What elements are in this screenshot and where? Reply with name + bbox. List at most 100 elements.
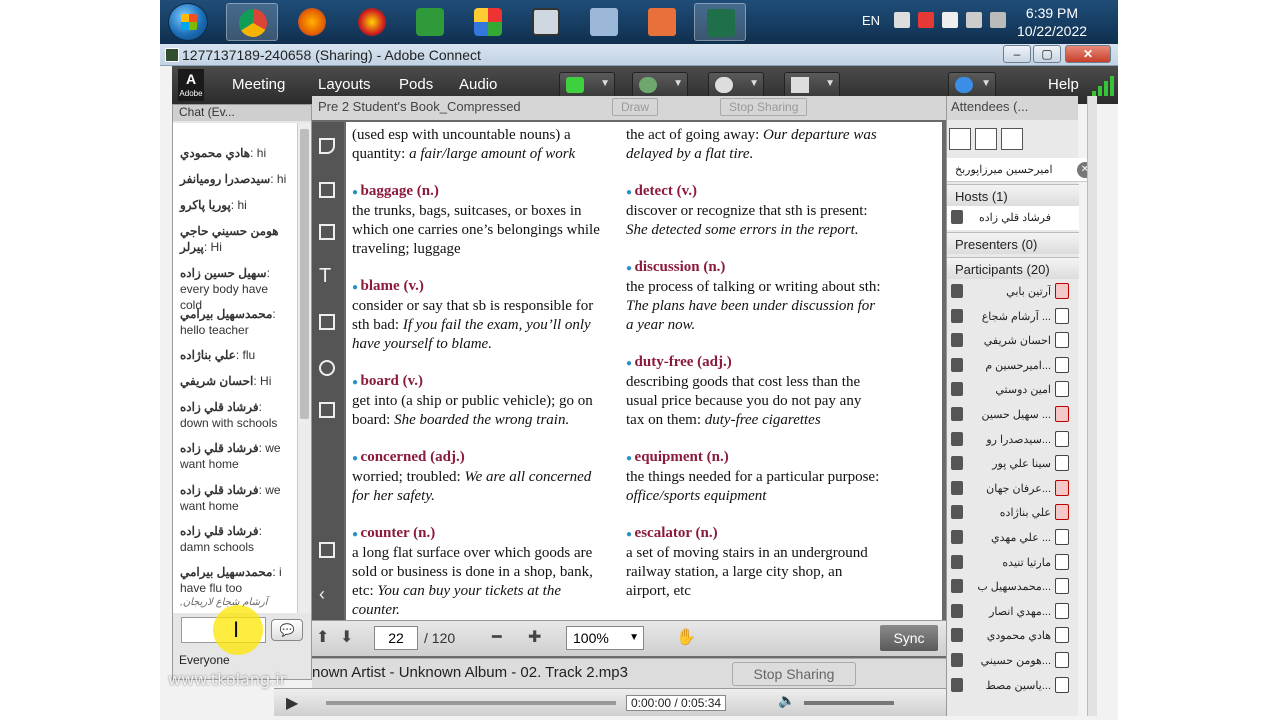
action-center-icon[interactable]: [990, 12, 1006, 28]
zoom-in-icon[interactable]: ✚: [528, 627, 541, 647]
play-icon[interactable]: ▶: [286, 693, 298, 713]
chat-scrollbar[interactable]: [297, 123, 311, 613]
microphone-muted-icon[interactable]: [1055, 479, 1069, 496]
menu-meeting[interactable]: Meeting: [232, 76, 285, 93]
attendee-row[interactable]: سيدصدرا رو...: [947, 428, 1079, 452]
flag-tray-icon[interactable]: [918, 12, 934, 28]
attendee-row[interactable]: عرفان جهان...: [947, 477, 1079, 501]
microphone-muted-icon[interactable]: [1055, 283, 1069, 299]
taskbar-adobe-connect[interactable]: [694, 3, 746, 41]
microphone-icon[interactable]: [1055, 455, 1069, 472]
list-view-icon[interactable]: [949, 128, 971, 150]
attendees-scrollbar[interactable]: [1087, 96, 1097, 716]
menu-help[interactable]: Help: [1048, 76, 1079, 93]
delete-tool-icon[interactable]: [319, 224, 335, 240]
microphone-icon[interactable]: [1055, 553, 1069, 570]
volume-slider[interactable]: [804, 701, 894, 705]
attendee-row[interactable]: مهدي انصار...: [947, 600, 1079, 624]
attendee-row[interactable]: اميرحسين م...: [947, 354, 1079, 378]
next-page-icon[interactable]: ⬇: [340, 627, 353, 647]
text-tool-icon[interactable]: T: [319, 266, 335, 286]
attendee-row[interactable]: فرشاد قلي زاده: [947, 206, 1079, 230]
attendee-row[interactable]: هومن حسيني...: [947, 649, 1079, 673]
sync-button[interactable]: Sync: [880, 625, 938, 651]
info-control[interactable]: ▼: [948, 72, 996, 98]
attendee-row[interactable]: محمدسهيل ب...: [947, 575, 1079, 599]
volume-icon[interactable]: 🔈: [778, 692, 795, 709]
participants-section[interactable]: Participants (20): [947, 257, 1079, 279]
breakout-icon[interactable]: [975, 128, 997, 150]
menu-audio[interactable]: Audio: [459, 76, 497, 93]
display-tray-icon[interactable]: [966, 12, 982, 28]
taskbar-app-tape[interactable]: [520, 3, 572, 41]
attendee-row[interactable]: آرشام شجاع ...: [947, 305, 1079, 329]
presenters-section[interactable]: Presenters (0): [947, 232, 1079, 254]
microphone-icon[interactable]: [1055, 332, 1069, 349]
taskbar-firefox[interactable]: [286, 3, 338, 41]
menu-pods[interactable]: Pods: [399, 76, 433, 93]
seek-bar[interactable]: [326, 701, 616, 705]
attendee-row[interactable]: علي مهدي ...: [947, 526, 1079, 550]
microphone-control[interactable]: ▼: [632, 72, 688, 98]
hosts-section[interactable]: Hosts (1): [947, 184, 1079, 206]
language-indicator[interactable]: EN: [862, 13, 880, 28]
scrollbar-thumb[interactable]: [300, 129, 309, 419]
start-button[interactable]: [168, 3, 208, 41]
hand-tool-icon[interactable]: ✋: [676, 627, 696, 647]
audio-stop-sharing-button[interactable]: Stop Sharing: [732, 662, 856, 686]
attendee-row[interactable]: آرتين بابي: [947, 280, 1079, 304]
microphone-icon[interactable]: [1055, 307, 1069, 324]
taskbar-app-green[interactable]: [404, 3, 456, 41]
maximize-button[interactable]: ▢: [1033, 45, 1061, 63]
network-tray-icon[interactable]: [894, 12, 910, 28]
pointer-tool-icon[interactable]: [319, 138, 335, 154]
taskbar-chrome[interactable]: [226, 3, 278, 41]
taskbar-app-speaker[interactable]: [636, 3, 688, 41]
taskbar-app-package[interactable]: [462, 3, 514, 41]
microphone-icon[interactable]: [1055, 381, 1069, 398]
microphone-muted-icon[interactable]: [1055, 406, 1069, 422]
microphone-icon[interactable]: [1055, 676, 1069, 693]
menu-layouts[interactable]: Layouts: [318, 76, 371, 93]
microphone-icon[interactable]: [1055, 430, 1069, 447]
page-number-input[interactable]: 22: [374, 626, 418, 650]
attendee-row[interactable]: امين دوستي: [947, 378, 1079, 402]
shape-tool-icon[interactable]: [319, 314, 335, 330]
microphone-icon[interactable]: [1055, 578, 1069, 595]
clock[interactable]: 6:39 PM 10/22/2022: [1012, 4, 1092, 40]
draw-button[interactable]: Draw: [612, 98, 659, 116]
attendee-row[interactable]: مارتيا تنيده: [947, 551, 1079, 575]
microphone-icon[interactable]: [1055, 602, 1069, 619]
undo-tool-icon[interactable]: [319, 360, 335, 376]
highlighter-tool-icon[interactable]: [319, 182, 335, 198]
taskbar-media-app[interactable]: [346, 3, 398, 41]
layers-tool-icon[interactable]: [319, 542, 335, 558]
chat-recipient-selector[interactable]: Everyone: [179, 653, 230, 667]
collapse-toolbar-icon[interactable]: ‹: [319, 584, 335, 604]
microphone-icon[interactable]: [1055, 356, 1069, 373]
taskbar-app-computer[interactable]: [578, 3, 630, 41]
previous-page-icon[interactable]: ⬆: [316, 627, 329, 647]
attendee-row[interactable]: هادي محمودي: [947, 624, 1079, 648]
microphone-icon[interactable]: [1055, 627, 1069, 644]
minimize-button[interactable]: –: [1003, 45, 1031, 63]
camera-control[interactable]: ▼: [708, 72, 764, 98]
attendee-row[interactable]: سينا علي پور: [947, 452, 1079, 476]
role-view-icon[interactable]: [1001, 128, 1023, 150]
attendee-row[interactable]: سهيل حسين ...: [947, 403, 1079, 427]
attendee-row[interactable]: علي بناژاده: [947, 501, 1079, 525]
stop-sharing-button[interactable]: Stop Sharing: [720, 98, 808, 116]
send-message-button[interactable]: 💬: [271, 619, 303, 641]
close-button[interactable]: ✕: [1065, 45, 1111, 63]
microphone-icon[interactable]: [1055, 529, 1069, 545]
status-control[interactable]: ▼: [784, 72, 840, 98]
zoom-select[interactable]: 100% ▼: [566, 626, 644, 650]
redo-tool-icon[interactable]: [319, 402, 335, 418]
speaker-control[interactable]: ▼: [559, 72, 615, 98]
attendee-row[interactable]: ياسين مصط...: [947, 674, 1079, 698]
attendee-row[interactable]: احسان شريفي: [947, 329, 1079, 353]
microphone-muted-icon[interactable]: [1055, 504, 1069, 521]
volume-tray-icon[interactable]: [942, 12, 958, 28]
zoom-out-icon[interactable]: ━: [492, 627, 502, 647]
microphone-icon[interactable]: [1055, 652, 1069, 668]
